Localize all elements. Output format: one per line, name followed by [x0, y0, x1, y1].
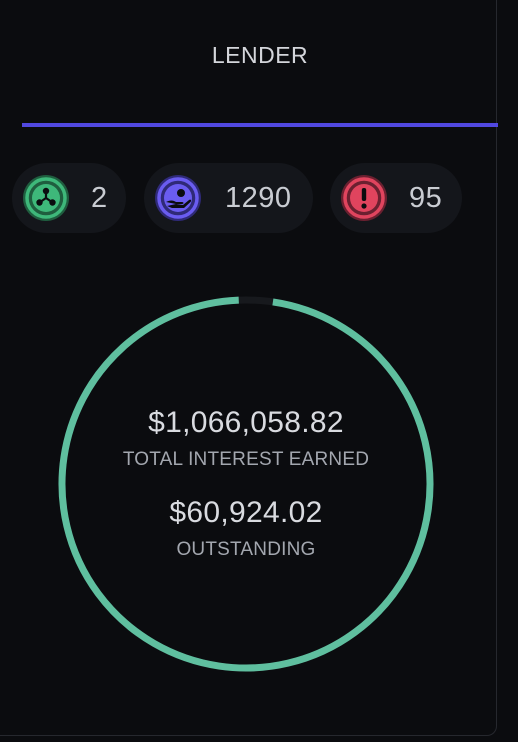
- stat-pill-loans[interactable]: 1290: [144, 163, 313, 233]
- total-interest-amount: $1,066,058.82: [148, 406, 344, 439]
- outstanding-amount: $60,924.02: [169, 496, 323, 529]
- interest-summary-ring: $1,066,058.82 TOTAL INTEREST EARNED $60,…: [58, 296, 434, 672]
- total-interest-label: TOTAL INTEREST EARNED: [122, 449, 370, 470]
- outstanding-label: OUTSTANDING: [176, 539, 316, 560]
- tab-active-indicator: [22, 123, 498, 127]
- stat-pill-nodes[interactable]: 2: [12, 163, 126, 233]
- lender-panel: LENDER 2 1290 95 $1,066,058.82 TOTAL INT…: [0, 0, 498, 736]
- stat-count: 1290: [225, 182, 292, 214]
- alert-icon: [339, 173, 389, 223]
- progress-ring: [58, 296, 434, 672]
- tab-lender[interactable]: LENDER: [22, 0, 498, 128]
- stat-count: 2: [91, 182, 108, 214]
- nodes-icon: [21, 173, 71, 223]
- stat-count: 95: [409, 182, 443, 214]
- tab-label: LENDER: [211, 42, 309, 68]
- stat-pill-alerts[interactable]: 95: [330, 163, 462, 233]
- ring-progress: [58, 296, 434, 672]
- hand-coin-icon: [153, 173, 203, 223]
